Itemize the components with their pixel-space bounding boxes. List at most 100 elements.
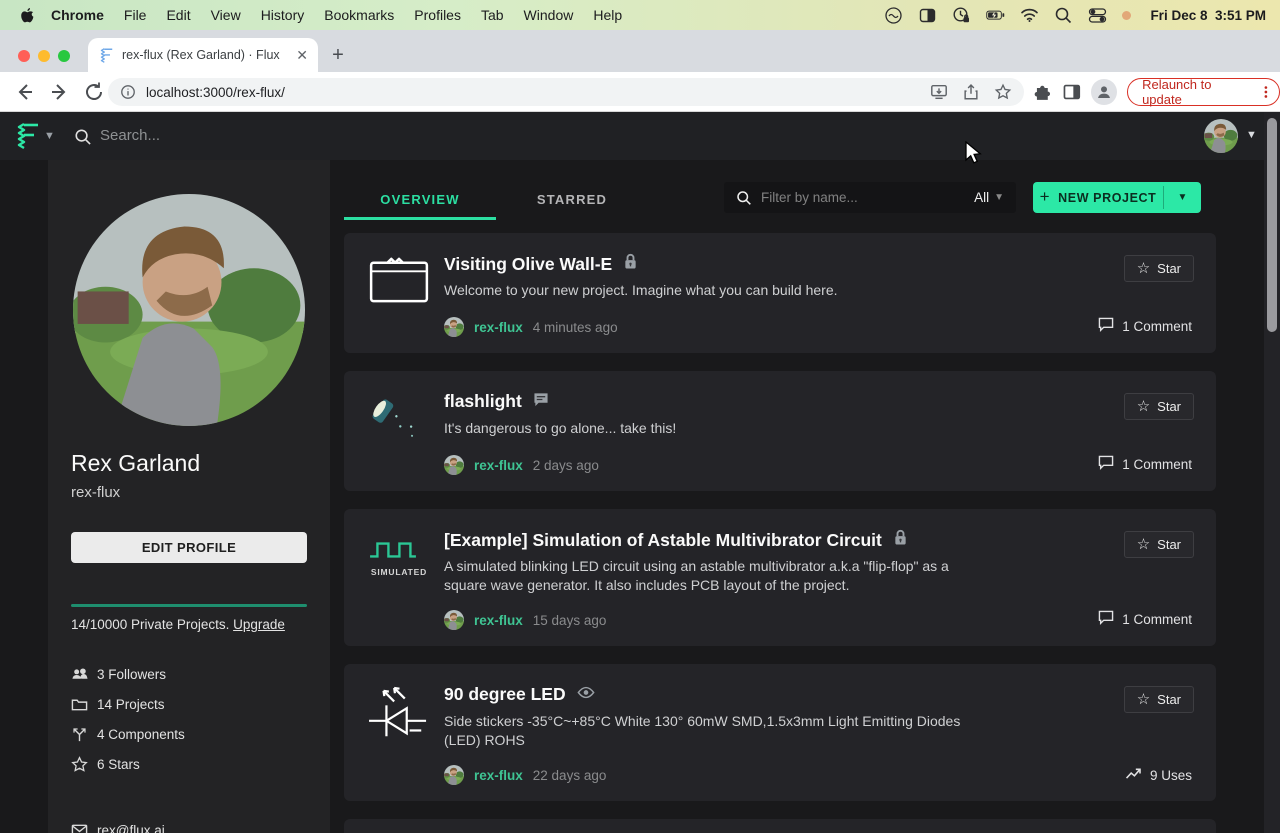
project-stat-text: 9 Uses bbox=[1149, 767, 1192, 783]
project-card-partial[interactable] bbox=[344, 819, 1216, 833]
project-title[interactable]: flashlight bbox=[444, 391, 522, 412]
project-card[interactable]: Visiting Olive Wall-E Welcome to your ne… bbox=[344, 233, 1216, 353]
address-bar[interactable]: localhost:3000/rex-flux/ bbox=[108, 78, 1024, 106]
apple-icon[interactable] bbox=[20, 7, 35, 24]
search-icon bbox=[75, 129, 91, 145]
project-card[interactable]: SIMULATED [Example] Simulation of Astabl… bbox=[344, 509, 1216, 646]
side-panel-icon[interactable] bbox=[1062, 82, 1082, 102]
browser-tab[interactable]: rex-flux (Rex Garland) · Flux ✕ bbox=[88, 38, 318, 72]
tab-close-icon[interactable]: ✕ bbox=[296, 47, 308, 64]
project-description: Welcome to your new project. Imagine wha… bbox=[444, 282, 838, 298]
star-button[interactable]: ☆ Star bbox=[1123, 255, 1194, 282]
project-card[interactable]: 90 degree LED Side stickers -35°C~+85°C … bbox=[344, 664, 1216, 801]
project-stats[interactable]: 9 Uses bbox=[1125, 767, 1192, 783]
menu-item[interactable]: Edit bbox=[166, 7, 190, 23]
lock-icon bbox=[623, 253, 638, 270]
header-avatar[interactable] bbox=[1204, 119, 1238, 153]
author-link[interactable]: rex-flux bbox=[474, 613, 523, 628]
share-icon[interactable] bbox=[962, 83, 980, 101]
email-text: rex@flux.ai bbox=[97, 823, 165, 833]
minimize-window-button[interactable] bbox=[38, 50, 50, 62]
site-info-icon[interactable] bbox=[120, 84, 136, 100]
star-button[interactable]: ☆ Star bbox=[1123, 393, 1194, 420]
menu-app-name[interactable]: Chrome bbox=[51, 7, 104, 23]
reload-icon[interactable] bbox=[82, 80, 106, 104]
menu-item[interactable]: Help bbox=[593, 7, 622, 23]
zoom-window-button[interactable] bbox=[58, 50, 70, 62]
lock-icon bbox=[893, 529, 908, 546]
filter-search-icon bbox=[737, 190, 751, 205]
relaunch-to-update-button[interactable]: Relaunch to update bbox=[1127, 77, 1280, 107]
star-button[interactable]: ☆ Star bbox=[1123, 686, 1194, 713]
uses-trend-icon bbox=[1125, 767, 1142, 780]
forward-icon[interactable] bbox=[48, 80, 72, 104]
project-card[interactable]: flashlight It's dangerous to go alone...… bbox=[344, 371, 1216, 491]
sidebar-stat-components[interactable]: 4 Components bbox=[71, 726, 185, 743]
sidebar-stat-stars[interactable]: 6 Stars bbox=[71, 756, 185, 773]
comment-icon bbox=[1098, 610, 1114, 626]
project-title[interactable]: [Example] Simulation of Astable Multivib… bbox=[444, 530, 882, 551]
wifi-icon[interactable] bbox=[1020, 6, 1039, 25]
menu-item[interactable]: Window bbox=[524, 7, 574, 23]
new-project-caret-icon[interactable]: ▼ bbox=[1164, 182, 1201, 213]
comment-icon bbox=[1098, 317, 1114, 333]
author-avatar[interactable] bbox=[444, 765, 464, 785]
menubar-app-icon[interactable] bbox=[884, 6, 903, 25]
filter-input[interactable] bbox=[761, 190, 975, 205]
menu-item[interactable]: History bbox=[261, 7, 305, 23]
project-stats[interactable]: 1 Comment bbox=[1098, 610, 1192, 628]
bookmark-star-icon[interactable] bbox=[994, 83, 1012, 101]
project-title[interactable]: 90 degree LED bbox=[444, 684, 566, 705]
menu-item[interactable]: View bbox=[211, 7, 241, 23]
extensions-icon[interactable] bbox=[1032, 82, 1052, 102]
star-button[interactable]: ☆ Star bbox=[1123, 531, 1194, 558]
battery-icon[interactable] bbox=[986, 6, 1005, 25]
page-scrollbar-thumb[interactable] bbox=[1267, 118, 1277, 332]
author-avatar[interactable] bbox=[444, 610, 464, 630]
tab-starred[interactable]: STARRED bbox=[496, 178, 648, 220]
author-avatar[interactable] bbox=[444, 455, 464, 475]
project-meta: rex-flux 22 days ago bbox=[444, 765, 606, 785]
private-projects-progress-bar bbox=[71, 604, 307, 607]
new-tab-button[interactable]: + bbox=[328, 45, 348, 66]
filter-scope-value[interactable]: All bbox=[974, 190, 989, 205]
account-menu-caret-icon[interactable]: ▼ bbox=[1246, 129, 1257, 141]
edit-profile-button[interactable]: EDIT PROFILE bbox=[71, 532, 307, 563]
spotlight-icon[interactable] bbox=[1054, 6, 1073, 25]
author-link[interactable]: rex-flux bbox=[474, 458, 523, 473]
project-stats[interactable]: 1 Comment bbox=[1098, 455, 1192, 473]
author-link[interactable]: rex-flux bbox=[474, 320, 523, 335]
filter-box[interactable]: All ▼ bbox=[724, 182, 1016, 213]
install-icon[interactable] bbox=[930, 83, 948, 101]
project-meta: rex-flux 15 days ago bbox=[444, 610, 606, 630]
menu-item[interactable]: Profiles bbox=[414, 7, 461, 23]
browser-profile-icon[interactable] bbox=[1091, 79, 1118, 105]
search-input[interactable] bbox=[100, 122, 600, 148]
filter-scope-caret-icon[interactable]: ▼ bbox=[994, 192, 1004, 203]
sidebar-stat-projects[interactable]: 14 Projects bbox=[71, 696, 185, 713]
tab-overview[interactable]: OVERVIEW bbox=[344, 178, 496, 220]
close-window-button[interactable] bbox=[18, 50, 30, 62]
upgrade-link[interactable]: Upgrade bbox=[233, 617, 285, 632]
menu-item[interactable]: File bbox=[124, 7, 147, 23]
new-project-button[interactable]: + NEW PROJECT ▼ bbox=[1033, 182, 1201, 213]
menu-item[interactable]: Tab bbox=[481, 7, 504, 23]
display-icon[interactable] bbox=[918, 6, 937, 25]
author-link[interactable]: rex-flux bbox=[474, 768, 523, 783]
relaunch-menu-icon[interactable] bbox=[1259, 84, 1273, 100]
project-title[interactable]: Visiting Olive Wall-E bbox=[444, 254, 612, 275]
profile-email[interactable]: rex@flux.ai bbox=[71, 822, 165, 833]
menu-item[interactable]: Bookmarks bbox=[324, 7, 394, 23]
menu-bar-clock[interactable]: Fri Dec 8 3:51 PM bbox=[1150, 8, 1266, 23]
stat-label: 6 Stars bbox=[97, 757, 140, 772]
star-label: Star bbox=[1157, 537, 1181, 552]
logo-menu-caret-icon[interactable]: ▼ bbox=[44, 130, 55, 142]
author-avatar[interactable] bbox=[444, 317, 464, 337]
back-icon[interactable] bbox=[12, 80, 36, 104]
flux-logo[interactable] bbox=[14, 121, 40, 151]
sidebar-stat-followers[interactable]: 3 Followers bbox=[71, 666, 185, 683]
star-icon: ☆ bbox=[1136, 536, 1151, 553]
screen-time-icon[interactable] bbox=[952, 6, 971, 25]
project-stats[interactable]: 1 Comment bbox=[1098, 317, 1192, 335]
control-center-icon[interactable] bbox=[1088, 6, 1107, 25]
